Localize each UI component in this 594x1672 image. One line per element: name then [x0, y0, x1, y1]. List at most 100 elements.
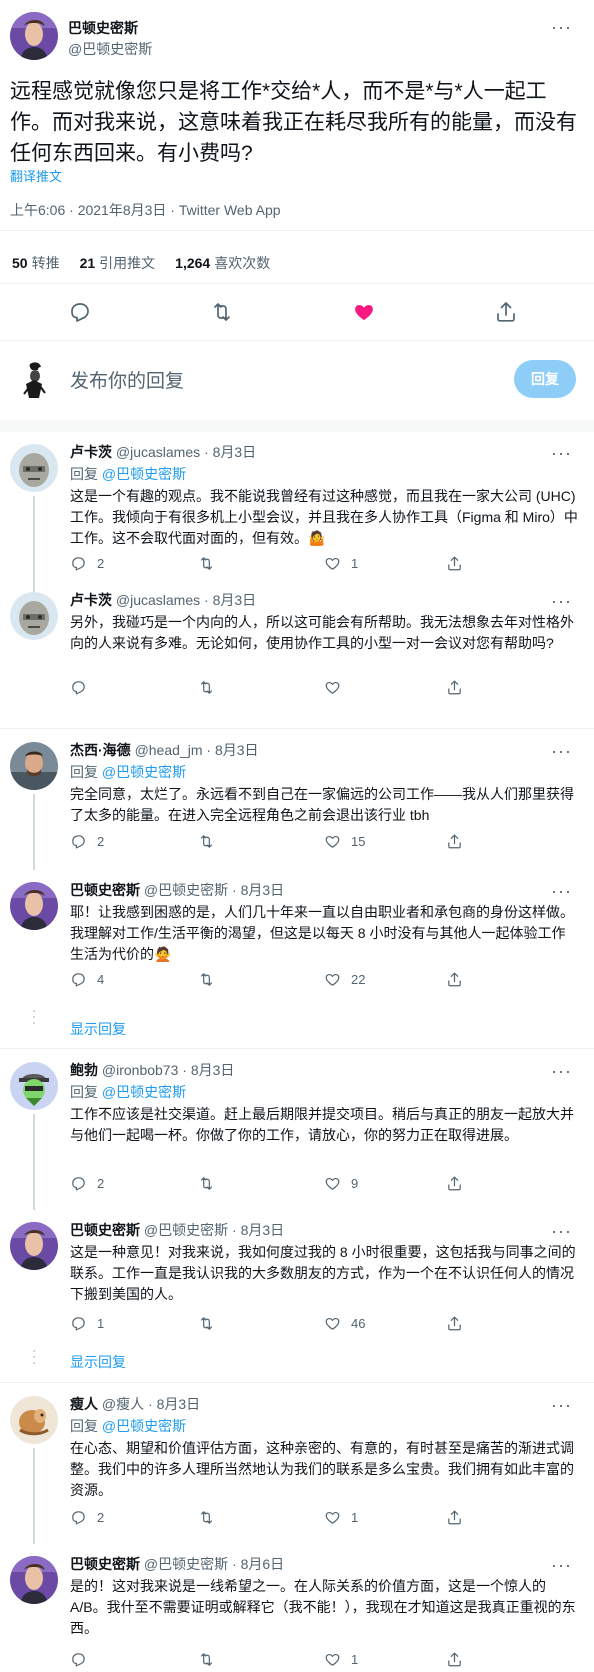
author-name[interactable]: 巴顿史密斯	[70, 882, 140, 898]
tweet-meta[interactable]: 上午6:06 · 2021年8月3日 · Twitter Web App	[10, 200, 281, 220]
stat-quotes[interactable]: 21 引用推文	[80, 253, 156, 273]
avatar[interactable]	[10, 444, 58, 492]
author-name[interactable]: 巴顿史密斯	[70, 1222, 140, 1238]
like-action[interactable]: 9	[324, 1174, 358, 1192]
author-name[interactable]: 卢卡茨	[70, 444, 112, 460]
share-action[interactable]	[446, 1650, 463, 1668]
more-icon[interactable]: ···	[551, 1222, 572, 1240]
tweet-date[interactable]: 8月3日	[191, 1062, 235, 1078]
like-action[interactable]: 1	[324, 1508, 358, 1526]
reply-action[interactable]	[70, 1650, 87, 1668]
tweet-date[interactable]: 8月3日	[215, 742, 259, 758]
tweet-date[interactable]: 8月3日	[241, 882, 285, 898]
share-action[interactable]	[446, 554, 463, 572]
retweet-action[interactable]	[198, 1650, 215, 1668]
author-name[interactable]: 卢卡茨	[70, 592, 112, 608]
avatar[interactable]	[10, 882, 58, 930]
author-name[interactable]: 巴顿史密斯	[68, 18, 138, 38]
retweet-action[interactable]	[198, 1314, 215, 1332]
tweet-date[interactable]: 8月3日	[157, 1396, 201, 1412]
author-handle[interactable]: @瘦人	[102, 1396, 144, 1412]
reply-action[interactable]: 4	[70, 970, 104, 988]
retweet-action[interactable]	[198, 1508, 215, 1526]
like-action[interactable]: 46	[324, 1314, 365, 1332]
share-action[interactable]	[446, 1174, 463, 1192]
mention-link[interactable]: @巴顿史密斯	[102, 1084, 186, 1100]
avatar[interactable]	[10, 592, 58, 640]
author-handle[interactable]: @head_jm	[135, 742, 203, 758]
more-icon[interactable]: ···	[551, 1556, 572, 1574]
retweet-action[interactable]	[198, 832, 215, 850]
like-action[interactable]: 1	[324, 1650, 358, 1668]
share-action[interactable]	[446, 832, 463, 850]
reply-action[interactable]: 2	[70, 1174, 104, 1192]
author-name[interactable]: 瘦人	[70, 1396, 98, 1412]
avatar[interactable]	[10, 1396, 58, 1444]
author-name[interactable]: 巴顿史密斯	[70, 1556, 140, 1572]
more-icon[interactable]: ···	[551, 1062, 572, 1080]
like-action[interactable]	[324, 678, 341, 696]
tweet-date[interactable]: 8月3日	[213, 444, 257, 460]
share-action[interactable]	[446, 678, 463, 696]
mention-link[interactable]: @巴顿史密斯	[102, 466, 186, 482]
mention-link[interactable]: @巴顿史密斯	[102, 764, 186, 780]
reply-tweet[interactable]: 鲍勃 @ironbob73 · 8月3日 ··· 回复 @巴顿史密斯 工作不应该…	[0, 1050, 594, 1210]
reply-tweet[interactable]: 巴顿史密斯 @巴顿史密斯 · 8月3日 ··· 这是一种意见！对我来说，我如何度…	[0, 1210, 594, 1364]
tweet-date[interactable]: 8月3日	[213, 592, 257, 608]
reply-tweet[interactable]: 瘦人 @瘦人 · 8月3日 ··· 回复 @巴顿史密斯 在心态、期望和价值评估方…	[0, 1384, 594, 1544]
show-replies-link[interactable]: 显示回复	[70, 1352, 126, 1372]
tweet-date[interactable]: 8月3日	[241, 1222, 285, 1238]
stat-retweets[interactable]: 50 转推	[12, 253, 60, 273]
author-handle[interactable]: @jucaslames	[116, 592, 200, 608]
retweet-action[interactable]	[198, 970, 215, 988]
more-icon[interactable]: ···	[551, 592, 572, 610]
author-handle[interactable]: @巴顿史密斯	[68, 39, 152, 59]
share-icon[interactable]	[494, 300, 518, 324]
reply-button[interactable]: 回复	[514, 360, 576, 398]
tweet-date[interactable]: 8月6日	[241, 1556, 285, 1572]
reply-tweet[interactable]: 卢卡茨 @jucaslames · 8月3日 ··· 回复 @巴顿史密斯 这是一…	[0, 432, 594, 592]
retweet-action[interactable]	[198, 1174, 215, 1192]
reply-input[interactable]: 发布你的回复	[70, 366, 184, 393]
avatar[interactable]	[10, 1556, 58, 1604]
author-handle[interactable]: @ironbob73	[102, 1062, 179, 1078]
share-action[interactable]	[446, 1314, 463, 1332]
reply-tweet[interactable]: 杰西·海德 @head_jm · 8月3日 ··· 回复 @巴顿史密斯 完全同意…	[0, 730, 594, 870]
retweet-action[interactable]	[198, 678, 215, 696]
avatar[interactable]	[10, 742, 58, 790]
reply-icon[interactable]	[68, 300, 92, 324]
more-icon[interactable]: ···	[551, 1396, 572, 1414]
author-name[interactable]: 杰西·海德	[70, 742, 131, 758]
author-handle[interactable]: @巴顿史密斯	[144, 1556, 228, 1572]
retweet-icon[interactable]	[210, 300, 234, 324]
like-action[interactable]: 1	[324, 554, 358, 572]
retweet-action[interactable]	[198, 554, 215, 572]
like-action[interactable]: 15	[324, 832, 365, 850]
avatar[interactable]	[10, 1222, 58, 1270]
avatar[interactable]	[10, 12, 58, 60]
like-action[interactable]: 22	[324, 970, 365, 988]
reply-action[interactable]	[70, 678, 87, 696]
reply-action[interactable]: 1	[70, 1314, 104, 1332]
like-filled-icon[interactable]	[352, 300, 376, 324]
translate-link[interactable]: 翻译推文	[10, 166, 62, 185]
more-icon[interactable]: ···	[551, 742, 572, 760]
avatar[interactable]	[10, 1062, 58, 1110]
more-icon[interactable]: ···	[551, 18, 572, 36]
author-name[interactable]: 鲍勃	[70, 1062, 98, 1078]
share-action[interactable]	[446, 1508, 463, 1526]
reply-tweet[interactable]: 巴顿史密斯 @巴顿史密斯 · 8月3日 ··· 耶！让我感到困惑的是，人们几十年…	[0, 870, 594, 1024]
author-handle[interactable]: @jucaslames	[116, 444, 200, 460]
reply-action[interactable]: 2	[70, 554, 104, 572]
reply-tweet[interactable]: 巴顿史密斯 @巴顿史密斯 · 8月6日 ··· 是的！这对我来说是一线希望之一。…	[0, 1544, 594, 1672]
share-action[interactable]	[446, 970, 463, 988]
reply-action[interactable]: 2	[70, 832, 104, 850]
show-replies-link[interactable]: 显示回复	[70, 1019, 126, 1039]
author-handle[interactable]: @巴顿史密斯	[144, 882, 228, 898]
reply-action[interactable]: 2	[70, 1508, 104, 1526]
author-handle[interactable]: @巴顿史密斯	[144, 1222, 228, 1238]
stat-likes[interactable]: 1,264 喜欢次数	[175, 253, 270, 273]
more-icon[interactable]: ···	[551, 444, 572, 462]
mention-link[interactable]: @巴顿史密斯	[102, 1418, 186, 1434]
reply-tweet[interactable]: 卢卡茨 @jucaslames · 8月3日 ··· 另外，我碰巧是一个内向的人…	[0, 580, 594, 688]
